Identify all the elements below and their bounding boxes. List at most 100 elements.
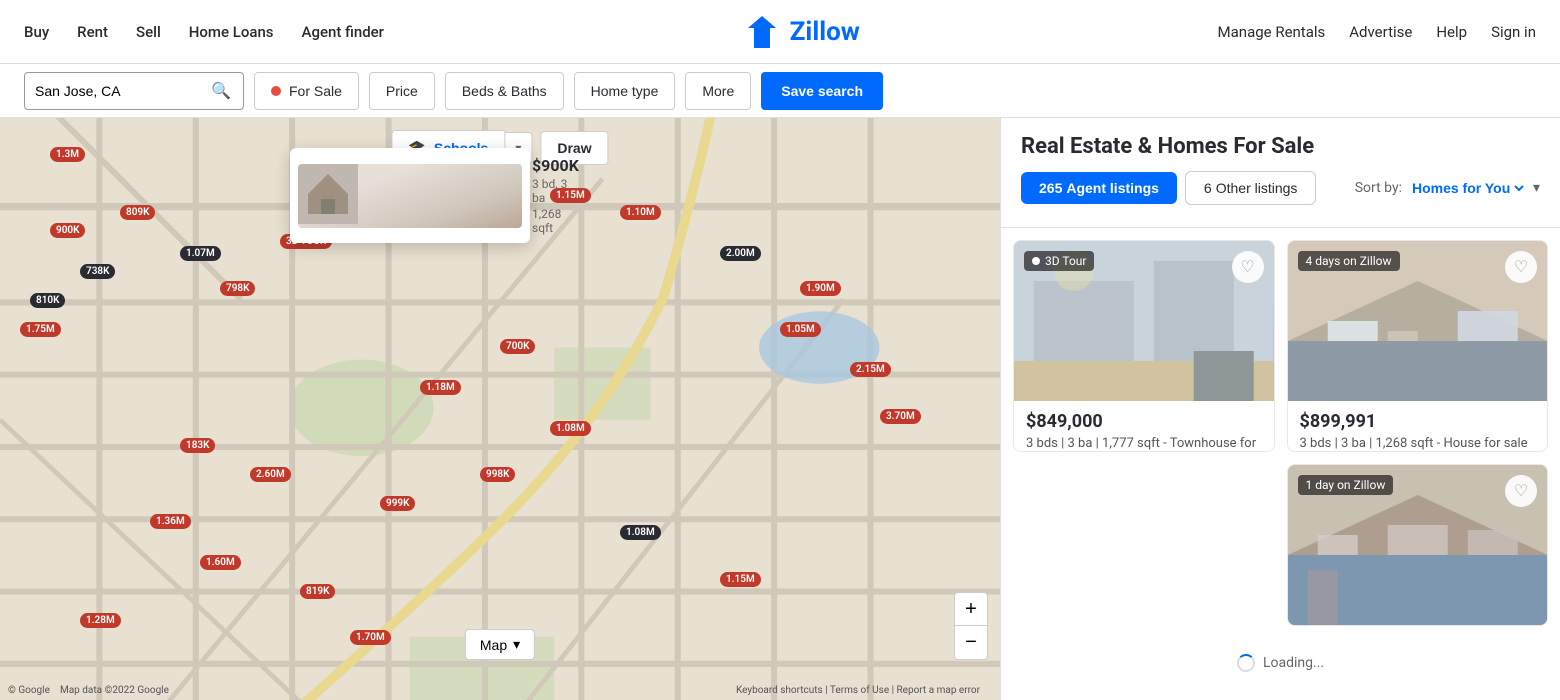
nav-home-loans[interactable]: Home Loans	[189, 23, 274, 41]
nav-rent[interactable]: Rent	[77, 23, 108, 41]
card-specs-1: 3 bds | 3 ba | 1,777 sqft - Townhouse fo…	[1026, 436, 1262, 452]
agent-listings-tab[interactable]: 265 Agent listings	[1021, 172, 1177, 204]
price-marker[interactable]: 1.08M	[550, 421, 591, 436]
other-label: Other listings	[1216, 180, 1298, 196]
zillow-logo[interactable]: Zillow	[742, 12, 860, 52]
nav-buy[interactable]: Buy	[24, 23, 49, 41]
price-marker[interactable]: 810K	[30, 293, 65, 308]
other-listings-tab[interactable]: 6 Other listings	[1185, 171, 1317, 205]
map-terms[interactable]: Keyboard shortcuts | Terms of Use | Repo…	[736, 685, 980, 696]
popup-info: $900K 3 bd, 3 ba 1,268 sqft	[532, 156, 579, 235]
price-marker[interactable]: 1.18M	[420, 380, 461, 395]
other-count: 6	[1204, 180, 1212, 196]
card-specs-2: 3 bds | 3 ba | 1,268 sqft - House for sa…	[1300, 436, 1536, 451]
draw-label: Draw	[557, 140, 591, 156]
popup-sqft: 1,268 sqft	[532, 207, 579, 235]
search-input[interactable]	[35, 83, 205, 99]
beds-baths-button[interactable]: Beds & Baths	[445, 72, 564, 110]
map-data: Map data ©2022 Google	[60, 685, 169, 696]
nav-sell[interactable]: Sell	[136, 23, 161, 41]
card-price-2: $899,991	[1300, 411, 1536, 432]
map-zoom-controls: + −	[954, 592, 988, 660]
more-button[interactable]: More	[685, 72, 751, 110]
price-marker[interactable]: 998K	[480, 467, 515, 482]
price-marker[interactable]: 1.75M	[20, 322, 61, 337]
price-marker[interactable]: 999K	[380, 496, 415, 511]
price-marker[interactable]: 1.90M	[800, 281, 841, 296]
for-sale-dot	[271, 86, 281, 96]
map-type-button[interactable]: Map ▾	[465, 629, 535, 660]
save-search-label: Save search	[781, 83, 863, 99]
card-info-2: $899,991 3 bds | 3 ba | 1,268 sqft - Hou…	[1288, 401, 1548, 452]
nav-manage-rentals[interactable]: Manage Rentals	[1218, 23, 1326, 41]
price-marker[interactable]: 798K	[220, 281, 255, 296]
price-marker[interactable]: 700K	[500, 339, 535, 354]
popup-price: $900K	[532, 156, 579, 175]
listings-tabs: 265 Agent listings 6 Other listings Sort…	[1021, 171, 1540, 205]
listing-card-1[interactable]: 3D Tour ♡ $849,000 3 bds | 3 ba | 1,777 …	[1013, 240, 1275, 452]
price-marker[interactable]: 1.3M	[50, 147, 85, 162]
price-label: Price	[386, 83, 418, 99]
property-popup[interactable]: $900K 3 bd, 3 ba 1,268 sqft	[290, 148, 530, 243]
price-marker[interactable]: 738K	[80, 264, 115, 279]
listings-grid: 3D Tour ♡ $849,000 3 bds | 3 ba | 1,777 …	[1001, 228, 1560, 700]
zillow-logo-text: Zillow	[790, 17, 860, 47]
nav-agent-finder[interactable]: Agent finder	[302, 23, 384, 41]
zillow-logo-icon	[742, 12, 782, 52]
save-search-button[interactable]: Save search	[761, 72, 883, 110]
price-marker[interactable]: 183K	[180, 438, 215, 453]
price-marker[interactable]: 1.15M	[720, 572, 761, 587]
price-marker[interactable]: 809K	[120, 205, 155, 220]
nav-help[interactable]: Help	[1436, 23, 1467, 41]
home-type-label: Home type	[591, 83, 659, 99]
price-marker[interactable]: 1.10M	[620, 205, 661, 220]
loading-indicator: Loading...	[1013, 638, 1548, 688]
sort-by-label: Sort by:	[1355, 180, 1402, 196]
badge-label-1: 3D Tour	[1045, 254, 1086, 268]
price-marker[interactable]: 3.70M	[880, 409, 921, 424]
tour-dot	[1032, 257, 1040, 265]
price-marker[interactable]: 1.08M	[620, 525, 661, 540]
sort-by: Sort by: Homes for You ▾	[1355, 179, 1540, 197]
price-marker[interactable]: 1.28M	[80, 613, 121, 628]
price-marker[interactable]: 2.60M	[250, 467, 291, 482]
price-marker[interactable]: 2.00M	[720, 246, 761, 261]
map-area[interactable]: 🎓 Schools ▾ Draw $900K 3 bd, 3 ba 1,268 …	[0, 118, 1000, 700]
price-marker[interactable]: 819K	[300, 584, 335, 599]
zoom-out-button[interactable]: −	[954, 626, 988, 660]
search-input-wrap[interactable]: 🔍	[24, 72, 244, 110]
favorite-button-1[interactable]: ♡	[1232, 251, 1264, 283]
main-content: 🎓 Schools ▾ Draw $900K 3 bd, 3 ba 1,268 …	[0, 118, 1560, 700]
card-badge-1: 3D Tour	[1024, 251, 1094, 271]
popup-details: 3 bd, 3 ba	[532, 177, 579, 205]
for-sale-button[interactable]: For Sale	[254, 72, 359, 110]
nav-sign-in[interactable]: Sign in	[1491, 23, 1536, 41]
map-dropdown-icon: ▾	[513, 636, 520, 653]
zoom-in-button[interactable]: +	[954, 592, 988, 626]
search-icon[interactable]: 🔍	[211, 81, 231, 100]
map-label: Map	[480, 637, 507, 653]
search-bar: 🔍 For Sale Price Beds & Baths Home type …	[0, 64, 1560, 118]
listing-card-3[interactable]: 1 day on Zillow ♡	[1287, 464, 1549, 626]
favorite-button-3[interactable]: ♡	[1505, 475, 1537, 507]
loading-spinner	[1237, 654, 1255, 672]
price-marker[interactable]: 1.05M	[780, 322, 821, 337]
card-info-1: $849,000 3 bds | 3 ba | 1,777 sqft - Tow…	[1014, 401, 1274, 452]
card-image-wrap-1: 3D Tour ♡	[1014, 241, 1274, 401]
favorite-button-2[interactable]: ♡	[1505, 251, 1537, 283]
price-button[interactable]: Price	[369, 72, 435, 110]
map-attribution: © Google	[8, 685, 50, 696]
price-marker[interactable]: 900K	[50, 223, 85, 238]
card-days-2: 4 days on Zillow	[1298, 251, 1400, 271]
price-marker[interactable]: 2.15M	[850, 362, 891, 377]
price-marker[interactable]: 1.36M	[150, 514, 191, 529]
home-type-button[interactable]: Home type	[574, 72, 676, 110]
price-marker[interactable]: 1.60M	[200, 555, 241, 570]
sort-chevron-icon: ▾	[1533, 180, 1540, 196]
listings-header: Real Estate & Homes For Sale 265 Agent l…	[1001, 118, 1560, 228]
price-marker[interactable]: 1.07M	[180, 246, 221, 261]
listing-card-2[interactable]: 4 days on Zillow ♡ $899,991 3 bds | 3 ba…	[1287, 240, 1549, 452]
price-marker[interactable]: 1.70M	[350, 630, 391, 645]
nav-advertise[interactable]: Advertise	[1349, 23, 1412, 41]
sort-select[interactable]: Homes for You	[1408, 179, 1527, 197]
